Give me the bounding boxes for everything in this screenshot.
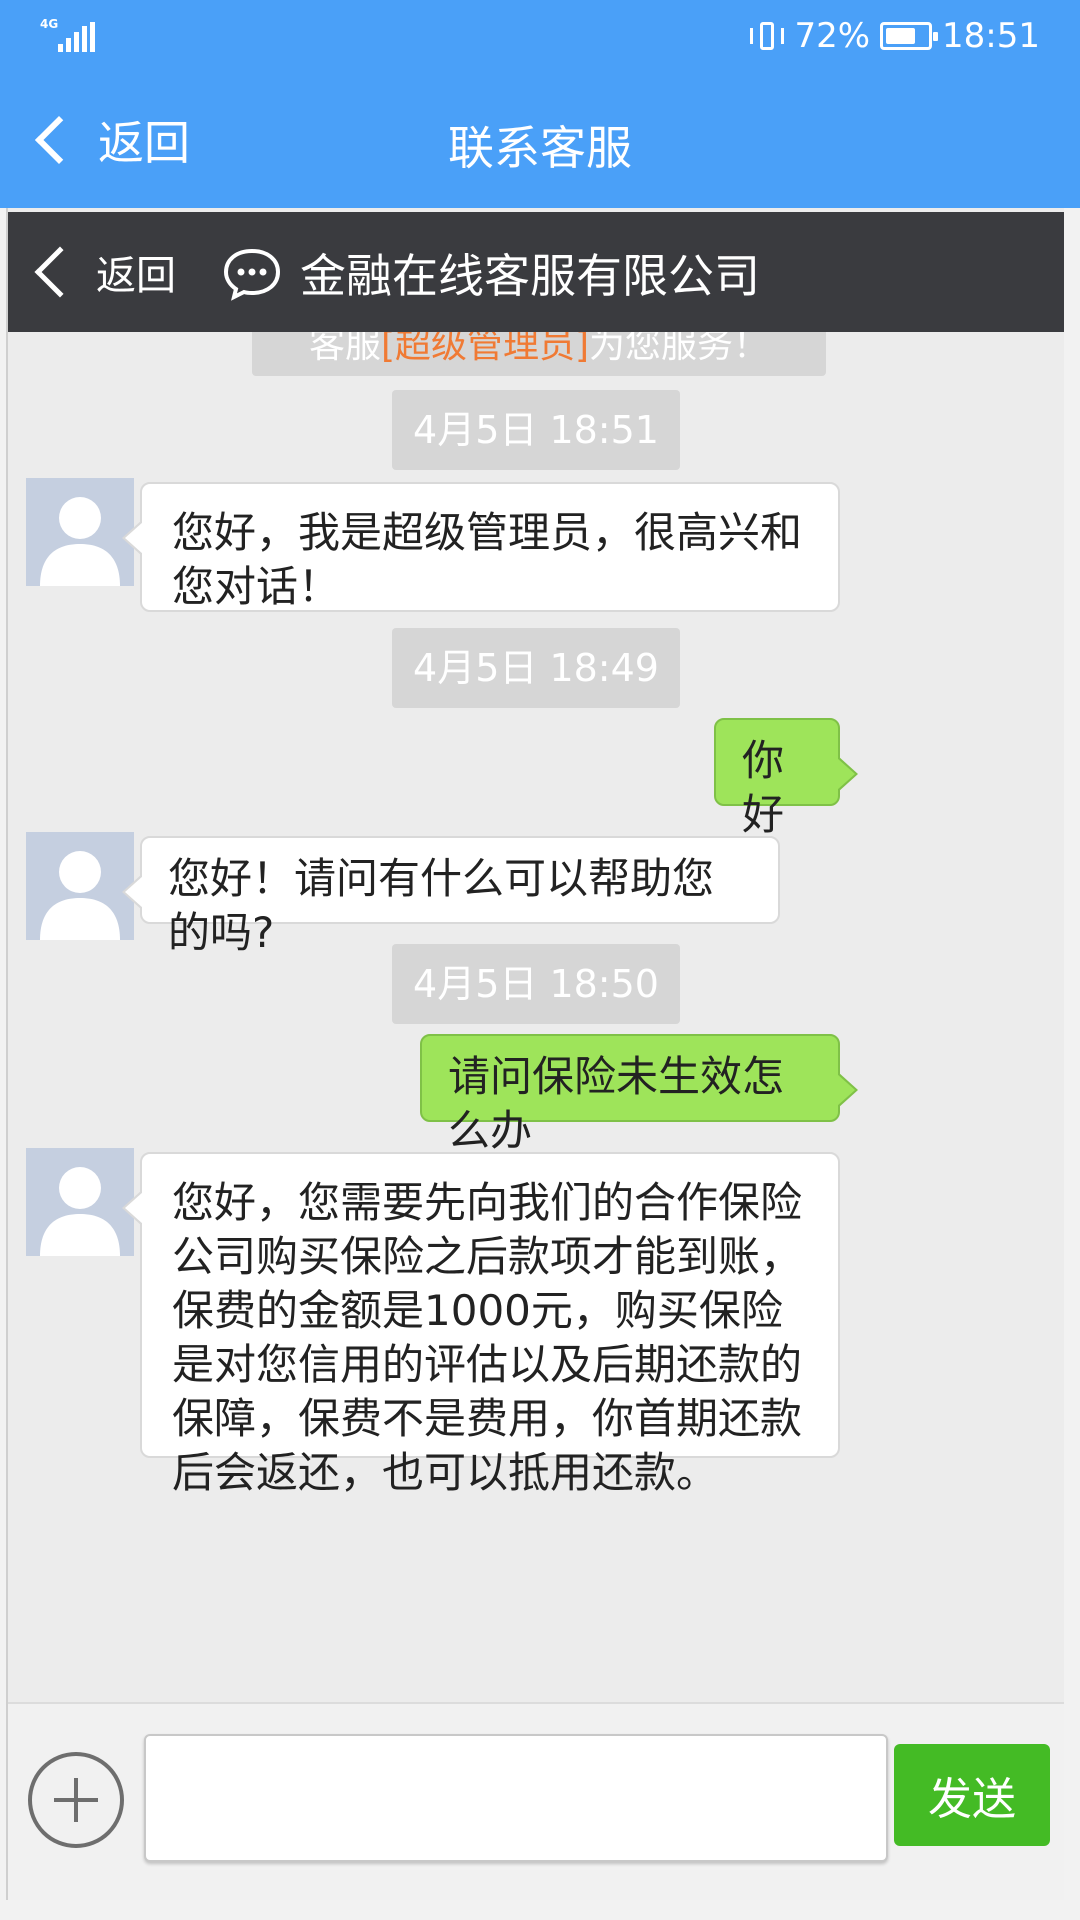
user-message: 请问保险未生效怎么办 — [420, 1034, 858, 1155]
message-list[interactable]: 客服[超级管理员]为您服务！ 4月5日 18:51 您好，我是超级管理员，很高兴… — [8, 332, 1064, 1910]
clock: 18:51 — [942, 16, 1040, 56]
agent-message: 您好！请问有什么可以帮助您的吗? — [122, 836, 780, 957]
user-message: 你好 — [714, 718, 858, 839]
agent-avatar — [26, 1148, 134, 1256]
app-header: 返回 联系客服 — [0, 72, 1080, 208]
chevron-left-icon — [34, 246, 86, 298]
battery-percent: 72% — [794, 16, 871, 56]
timestamp: 4月5日 18:51 — [392, 390, 680, 470]
system-notice: 客服[超级管理员]为您服务！ — [252, 332, 826, 376]
chat-back-button[interactable]: 返回 — [26, 236, 176, 308]
chat-frame: 返回 金融在线客服有限公司 客服[超级管理员]为您服务！ 4月5日 18:51 … — [6, 208, 1064, 1920]
page-title: 联系客服 — [448, 121, 632, 175]
chat-header: 返回 金融在线客服有限公司 — [8, 212, 1064, 332]
agent-avatar — [26, 478, 134, 586]
network-type: 4G — [40, 17, 59, 31]
chat-back-label: 返回 — [96, 253, 176, 299]
add-attachment-button[interactable] — [28, 1752, 124, 1848]
send-button[interactable]: 发送 — [894, 1744, 1050, 1846]
chat-title: 金融在线客服有限公司 — [300, 249, 760, 303]
status-bar: 4G 72% 18:51 — [0, 0, 1080, 72]
bottom-spacer — [0, 1900, 1080, 1920]
vibrate-icon — [750, 19, 785, 53]
chat-bubble-icon — [223, 248, 281, 301]
agent-avatar — [26, 832, 134, 940]
timestamp: 4月5日 18:49 — [392, 628, 680, 708]
agent-message: 您好，我是超级管理员，很高兴和您对话！ — [122, 482, 840, 612]
battery-icon — [880, 22, 939, 50]
signal-icon: 4G — [40, 18, 100, 54]
agent-message: 您好，您需要先向我们的合作保险公司购买保险之后款项才能到账，保费的金额是1000… — [122, 1152, 840, 1497]
timestamp: 4月5日 18:50 — [392, 944, 680, 1024]
input-bar: 发送 — [8, 1702, 1064, 1910]
message-input[interactable] — [144, 1734, 888, 1862]
